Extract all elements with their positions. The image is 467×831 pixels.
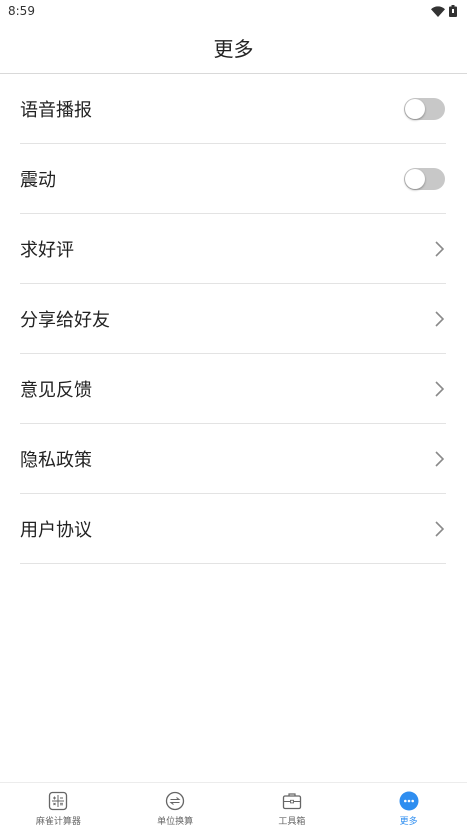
tab-calculator-label: 麻雀计算器 <box>35 816 81 827</box>
voice-broadcast-label: 语音播报 <box>20 99 92 121</box>
battery-icon <box>449 5 457 17</box>
toggle-knob <box>405 98 425 119</box>
share-row[interactable]: 分享给好友 <box>20 284 446 354</box>
vibration-row: 震动 <box>20 144 446 214</box>
voice-broadcast-row: 语音播报 <box>20 74 446 144</box>
feedback-row[interactable]: 意见反馈 <box>20 354 446 424</box>
voice-broadcast-toggle[interactable] <box>404 97 445 120</box>
chevron-right-icon <box>432 448 446 470</box>
privacy-label: 隐私政策 <box>20 449 92 471</box>
status-time: 8:59 <box>8 4 35 18</box>
tab-unit-convert[interactable]: 单位换算 <box>117 783 234 831</box>
tab-toolbox[interactable]: 工具箱 <box>234 783 351 831</box>
page-title: 更多 <box>213 37 254 61</box>
user-agreement-row[interactable]: 用户协议 <box>20 494 446 564</box>
tab-unit-convert-label: 单位换算 <box>157 816 194 827</box>
wifi-icon <box>431 5 445 17</box>
tab-toolbox-label: 工具箱 <box>278 816 306 827</box>
tab-calculator[interactable]: 麻雀计算器 <box>0 783 117 831</box>
vibration-toggle[interactable] <box>404 167 445 190</box>
share-label: 分享给好友 <box>20 309 110 331</box>
tab-more[interactable]: 更多 <box>350 783 467 831</box>
header: 更多 <box>0 22 467 74</box>
calculator-icon <box>47 790 69 812</box>
privacy-row[interactable]: 隐私政策 <box>20 424 446 494</box>
status-icons <box>431 5 457 17</box>
toolbox-icon <box>281 790 303 812</box>
user-agreement-label: 用户协议 <box>20 519 92 541</box>
settings-list: 语音播报 震动 求好评 分享给好友 意见反馈 隐私政策 用户协议 <box>20 74 446 564</box>
chevron-right-icon <box>432 238 446 260</box>
rate-us-label: 求好评 <box>20 239 74 261</box>
more-icon <box>398 790 420 812</box>
vibration-label: 震动 <box>20 169 56 191</box>
status-bar: 8:59 <box>0 0 467 22</box>
bottom-tab-bar: 麻雀计算器 单位换算 工具箱 更多 <box>0 782 467 831</box>
rate-us-row[interactable]: 求好评 <box>20 214 446 284</box>
toggle-knob <box>405 168 425 189</box>
convert-icon <box>164 790 186 812</box>
chevron-right-icon <box>432 378 446 400</box>
chevron-right-icon <box>432 518 446 540</box>
feedback-label: 意见反馈 <box>20 379 92 401</box>
chevron-right-icon <box>432 308 446 330</box>
tab-more-label: 更多 <box>399 816 418 827</box>
